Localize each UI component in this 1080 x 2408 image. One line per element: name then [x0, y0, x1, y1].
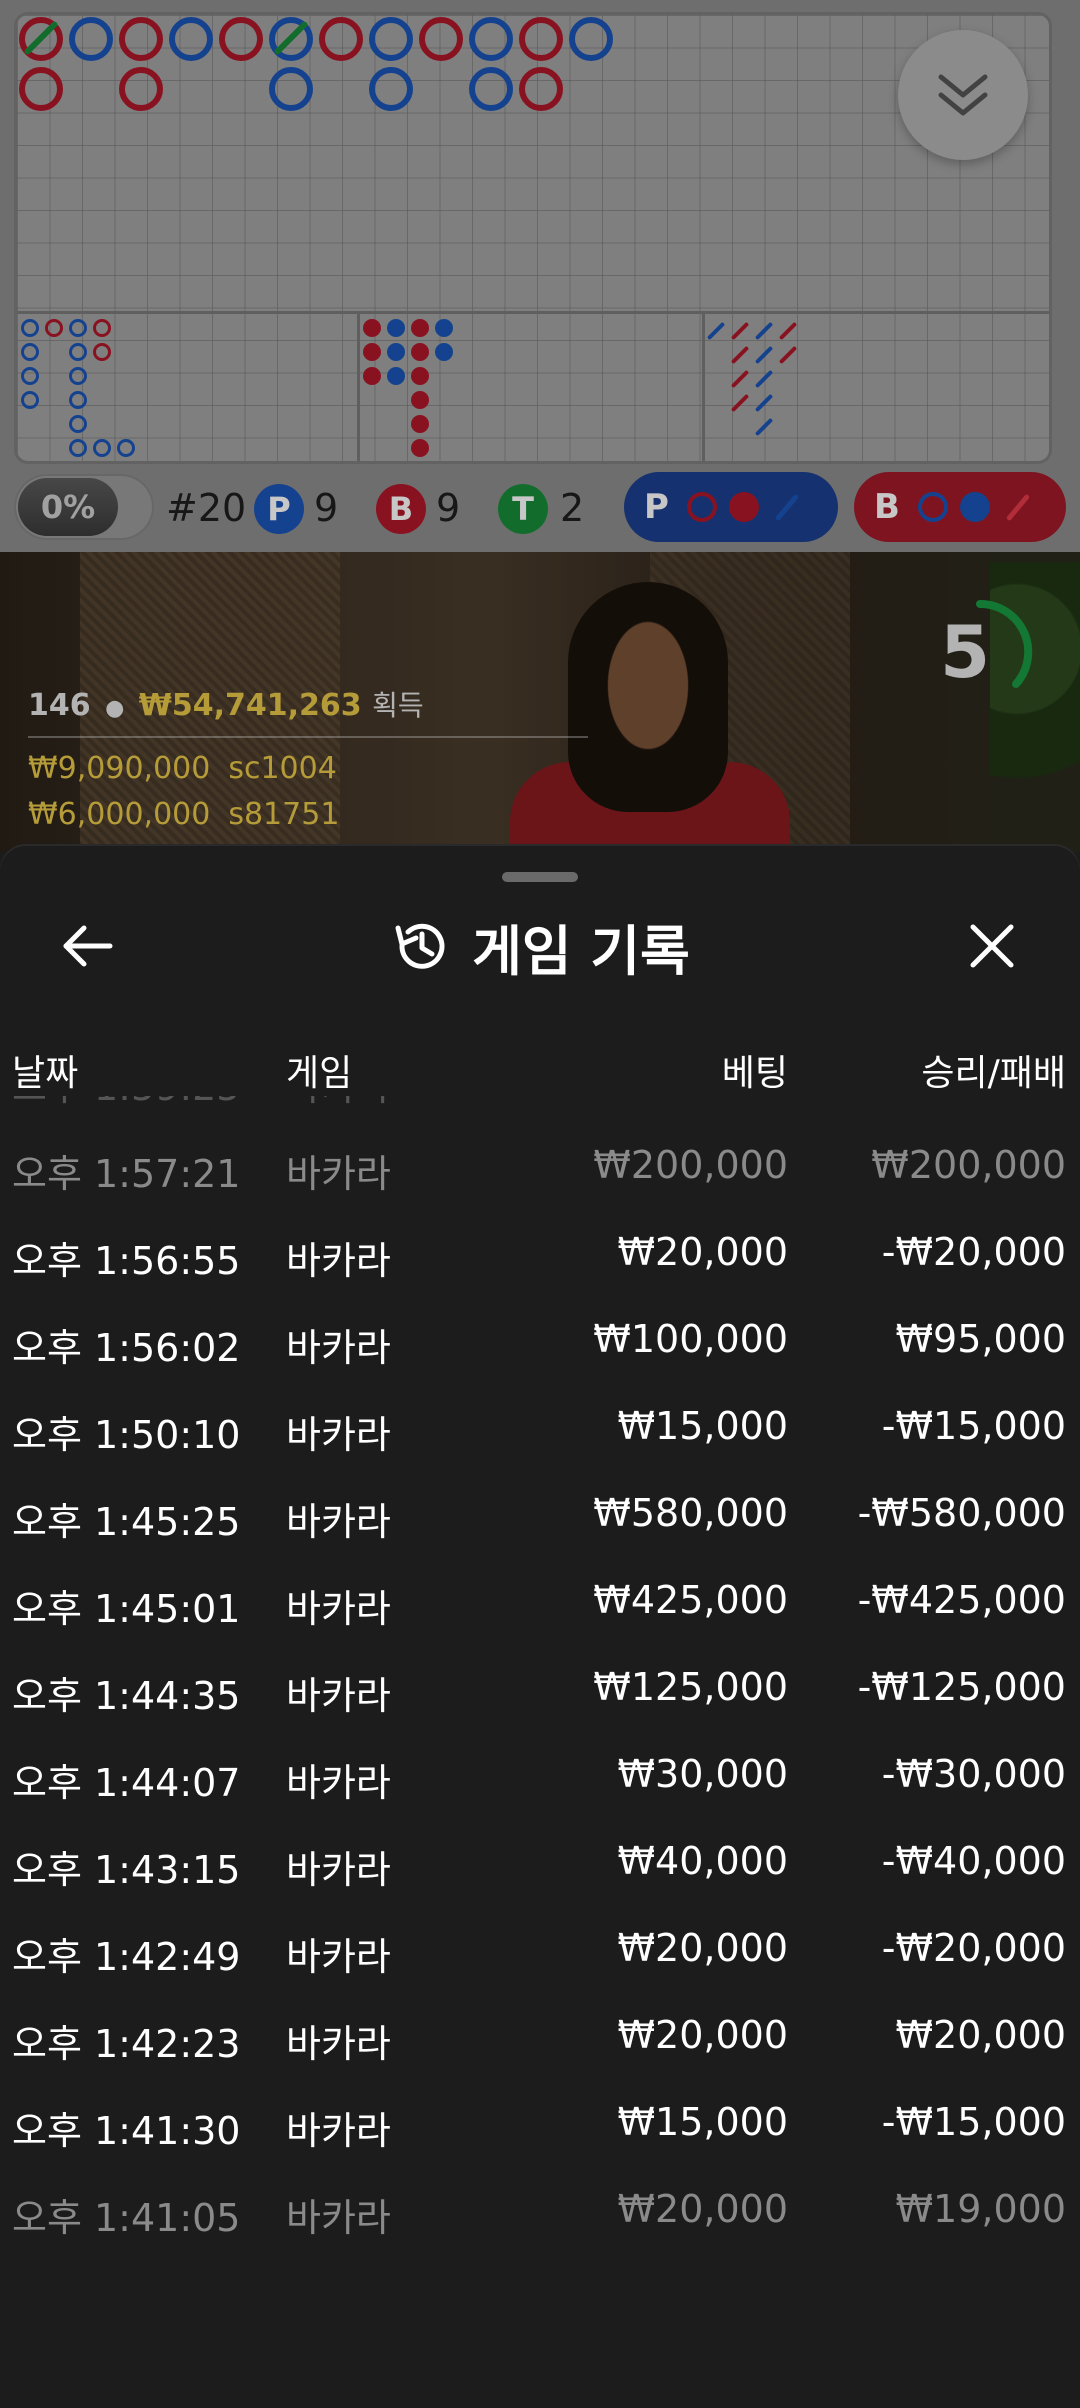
table-header: 날짜 게임 베팅 승리/패배 — [0, 1044, 1080, 1094]
table-row[interactable]: 오후 1:42:49 바카라 ₩20,000 -₩20,000 — [0, 1906, 1080, 1994]
row-winloss: -₩15,000 — [881, 1404, 1066, 1448]
row-winloss: -₩15,000 — [881, 2100, 1066, 2144]
table-row[interactable]: 오후 1:59:25 바카라 ₩25,000 ₩14,000 — [0, 1096, 1080, 1124]
row-date: 오후 1:42:23 — [12, 2022, 241, 2066]
row-bet: ₩20,000 — [617, 1230, 788, 1274]
row-bet: ₩30,000 — [617, 1752, 788, 1796]
row-winloss: ₩20,000 — [895, 2013, 1066, 2057]
table-row[interactable]: 오후 1:50:10 바카라 ₩15,000 -₩15,000 — [0, 1384, 1080, 1472]
row-winloss: -₩580,000 — [857, 1491, 1066, 1535]
row-winloss: ₩19,000 — [895, 2187, 1066, 2231]
row-game: 바카라 — [286, 2109, 391, 2153]
table-row[interactable]: 오후 1:56:55 바카라 ₩20,000 -₩20,000 — [0, 1210, 1080, 1298]
row-game: 바카라 — [286, 2022, 391, 2066]
row-bet: ₩20,000 — [617, 1926, 788, 1970]
row-winloss: -₩425,000 — [857, 1578, 1066, 1622]
row-date: 오후 1:56:02 — [12, 1326, 241, 1370]
row-game: 바카라 — [286, 1152, 391, 1196]
row-game: 바카라 — [286, 1935, 391, 1979]
row-bet: ₩425,000 — [593, 1578, 788, 1622]
table-row[interactable]: 오후 1:42:23 바카라 ₩20,000 ₩20,000 — [0, 1993, 1080, 2081]
row-bet: ₩20,000 — [617, 2187, 788, 2231]
row-winloss: -₩30,000 — [881, 1752, 1066, 1796]
row-game: 바카라 — [286, 1587, 391, 1631]
history-icon — [395, 923, 445, 969]
table-row[interactable]: 오후 1:45:25 바카라 ₩580,000 -₩580,000 — [0, 1471, 1080, 1559]
row-date: 오후 1:41:30 — [12, 2109, 241, 2153]
row-winloss: -₩125,000 — [857, 1665, 1066, 1709]
table-row[interactable]: 오후 1:45:01 바카라 ₩425,000 -₩425,000 — [0, 1558, 1080, 1646]
game-history-sheet: 게임 기록 날짜 게임 베팅 승리/패배 오후 1:59:25 바카라 ₩25,00… — [0, 846, 1080, 2408]
table-row[interactable]: 오후 1:57:21 바카라 ₩200,000 ₩200,000 — [0, 1123, 1080, 1211]
table-row[interactable]: 오후 1:41:05 바카라 ₩20,000 ₩19,000 — [0, 2167, 1080, 2255]
row-game: 바카라 — [286, 2196, 391, 2240]
row-date: 오후 1:57:21 — [12, 1152, 241, 1196]
column-header-bet: 베팅 — [721, 1053, 788, 1094]
row-date: 오후 1:59:25 — [12, 1096, 241, 1111]
table-row[interactable]: 오후 1:43:15 바카라 ₩40,000 -₩40,000 — [0, 1819, 1080, 1907]
row-date: 오후 1:42:49 — [12, 1935, 241, 1979]
row-winloss: ₩95,000 — [895, 1317, 1066, 1361]
page-title: 게임 기록 — [472, 919, 690, 983]
row-bet: ₩20,000 — [617, 2013, 788, 2057]
row-bet: ₩15,000 — [617, 1404, 788, 1448]
row-date: 오후 1:44:35 — [12, 1674, 241, 1718]
column-header-game: 게임 — [286, 1053, 353, 1094]
row-date: 오후 1:45:01 — [12, 1587, 241, 1631]
row-winloss: -₩40,000 — [881, 1839, 1066, 1883]
row-winloss: -₩20,000 — [881, 1926, 1066, 1970]
row-date: 오후 1:43:15 — [12, 1848, 241, 1892]
row-bet: ₩200,000 — [593, 1143, 788, 1187]
close-icon — [970, 924, 1014, 968]
row-game: 바카라 — [286, 1500, 391, 1544]
row-bet: ₩15,000 — [617, 2100, 788, 2144]
close-button[interactable] — [962, 916, 1022, 976]
table-row[interactable]: 오후 1:44:07 바카라 ₩30,000 -₩30,000 — [0, 1732, 1080, 1820]
row-bet: ₩125,000 — [593, 1665, 788, 1709]
row-bet: ₩580,000 — [593, 1491, 788, 1535]
row-winloss: -₩20,000 — [881, 1230, 1066, 1274]
row-game: 바카라 — [286, 1239, 391, 1283]
table-row[interactable]: 오후 1:41:30 바카라 ₩15,000 -₩15,000 — [0, 2080, 1080, 2168]
column-header-winloss: 승리/패배 — [921, 1053, 1066, 1094]
row-date: 오후 1:41:05 — [12, 2196, 241, 2240]
row-game: 바카라 — [286, 1096, 391, 1111]
row-date: 오후 1:44:07 — [12, 1761, 241, 1805]
row-game: 바카라 — [286, 1674, 391, 1718]
row-game: 바카라 — [286, 1761, 391, 1805]
drag-handle[interactable] — [502, 872, 578, 882]
row-game: 바카라 — [286, 1413, 391, 1457]
row-game: 바카라 — [286, 1326, 391, 1370]
row-winloss: ₩14,000 — [895, 1096, 1066, 1100]
table-row[interactable]: 오후 1:56:02 바카라 ₩100,000 ₩95,000 — [0, 1297, 1080, 1385]
row-date: 오후 1:45:25 — [12, 1500, 241, 1544]
row-winloss: ₩200,000 — [871, 1143, 1066, 1187]
history-table[interactable]: 오후 1:59:25 바카라 ₩25,000 ₩14,000 오후 1:57:21 바카라… — [0, 1096, 1080, 2408]
table-row[interactable]: 오후 1:44:35 바카라 ₩125,000 -₩125,000 — [0, 1645, 1080, 1733]
row-bet: ₩100,000 — [593, 1317, 788, 1361]
row-date: 오후 1:56:55 — [12, 1239, 241, 1283]
sheet-header: 게임 기록 — [0, 908, 1080, 984]
row-bet: ₩25,000 — [617, 1096, 788, 1100]
modal-backdrop[interactable] — [0, 0, 1080, 852]
column-header-date: 날짜 — [12, 1053, 79, 1094]
row-bet: ₩40,000 — [617, 1839, 788, 1883]
row-date: 오후 1:50:10 — [12, 1413, 241, 1457]
row-game: 바카라 — [286, 1848, 391, 1892]
